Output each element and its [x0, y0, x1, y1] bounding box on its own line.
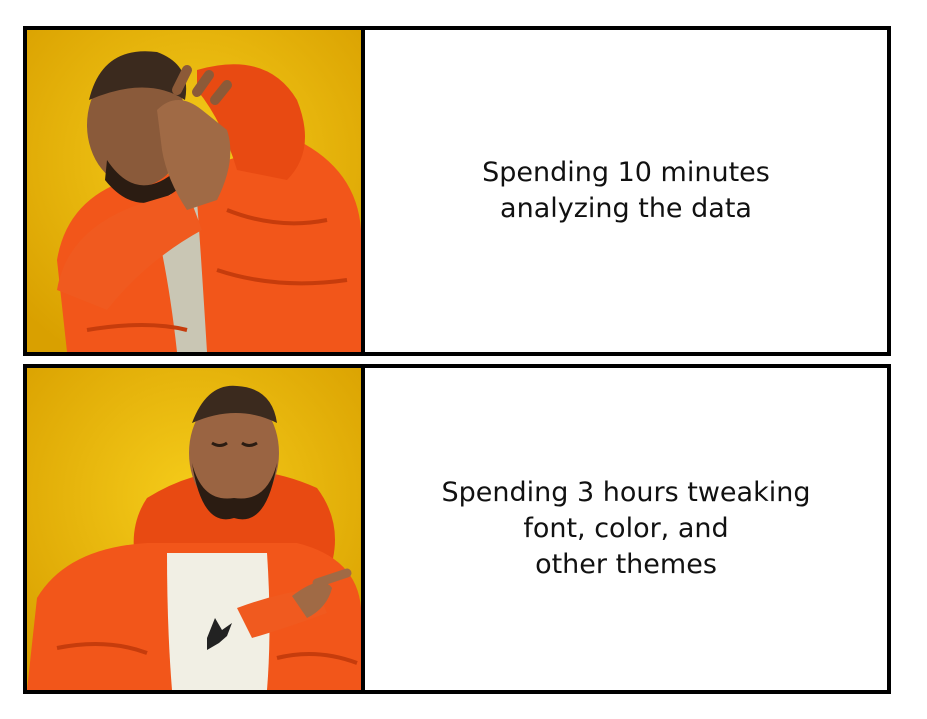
caption-reject: Spending 10 minutes analyzing the data: [365, 30, 887, 352]
person-approving-icon: [27, 368, 365, 690]
person-rejecting-icon: [27, 30, 365, 352]
meme-panel-top: Spending 10 minutes analyzing the data: [23, 26, 891, 356]
meme-panel-bottom: Spending 3 hours tweaking font, color, a…: [23, 364, 891, 694]
caption-approve-text: Spending 3 hours tweaking font, color, a…: [441, 477, 811, 580]
caption-reject-text: Spending 10 minutes analyzing the data: [482, 157, 770, 224]
caption-approve: Spending 3 hours tweaking font, color, a…: [365, 368, 887, 690]
